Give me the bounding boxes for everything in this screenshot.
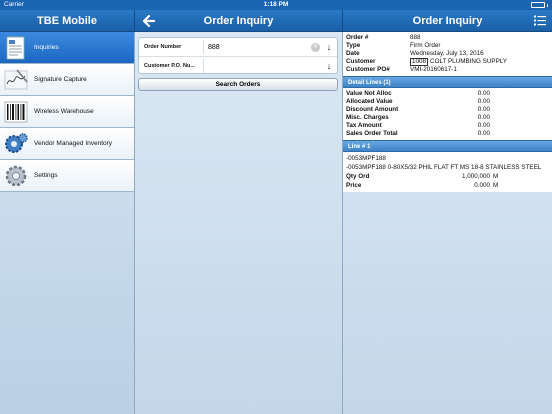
customer-name: COLT PLUMBING SUPPLY: [430, 58, 507, 65]
search-panel: Order Number ✕ ↓ Customer P.O. Nu... ↓ S…: [135, 32, 343, 414]
totals-row: Tax Amount 0.00: [346, 122, 549, 130]
totals-label: Misc. Charges: [346, 114, 389, 121]
customer-po-value: VMI-20160617-1: [410, 66, 457, 73]
totals-row: Allocated Value 0.00: [346, 98, 549, 106]
totals-value: 0.00: [477, 122, 490, 129]
totals-row: Discount Amount 0.00: [346, 106, 549, 114]
sidebar-item-label: Inquiries: [34, 44, 59, 51]
totals-label: Value Not Alloc: [346, 90, 392, 97]
totals-value: 0.00: [477, 98, 490, 105]
customer-code[interactable]: 1008: [410, 58, 429, 66]
qty-label: Qty Ord: [346, 173, 370, 180]
customer-po-input[interactable]: [203, 58, 323, 73]
battery-icon: [531, 2, 548, 8]
customer-po-label: Customer P.O. Nu...: [144, 62, 195, 69]
customer-row: Customer 1008 COLT PLUMBING SUPPLY: [346, 58, 549, 66]
signature-icon: [4, 69, 28, 89]
price-row: Price 0.000 M: [346, 181, 549, 190]
detail-page-title: Order Inquiry: [412, 15, 483, 27]
price-value: 0.000: [474, 182, 490, 189]
sidebar-item-label: Signature Capture: [34, 76, 87, 83]
detail-lines-header[interactable]: Detail Lines (1): [343, 76, 552, 88]
search-form: Order Number ✕ ↓ Customer P.O. Nu... ↓: [138, 37, 338, 74]
sidebar-item-inquiries[interactable]: Inquiries: [0, 32, 134, 64]
customer-po-row: Customer PO# VMI-20160617-1: [346, 66, 549, 74]
qty-value: 1,000,000: [461, 173, 490, 180]
down-arrow-icon[interactable]: ↓: [323, 61, 335, 71]
sidebar-item-wireless-warehouse[interactable]: Wireless Warehouse: [0, 96, 134, 128]
price-unit: M: [493, 182, 499, 189]
line-item[interactable]: -0053MPF188 -0053MPF188 0-80X5/32 PHIL F…: [343, 152, 552, 192]
totals-label: Tax Amount: [346, 122, 382, 129]
order-type-label: Type: [346, 42, 361, 49]
down-arrow-icon[interactable]: ↓: [323, 42, 335, 52]
gears-icon: [5, 132, 28, 153]
line-header[interactable]: Line # 1: [343, 140, 552, 152]
search-nav-bar: Order Inquiry: [135, 10, 343, 32]
order-date-label: Date: [346, 50, 360, 57]
customer-po-label: Customer PO#: [346, 66, 390, 73]
order-number-value: 888: [410, 34, 421, 41]
customer-label: Customer: [346, 58, 376, 65]
order-number-row: Order # 888: [346, 34, 549, 42]
order-number-label: Order Number: [144, 44, 182, 50]
sidebar-item-settings[interactable]: Settings: [0, 160, 134, 192]
qty-row: Qty Ord 1,000,000 M: [346, 172, 549, 181]
price-label: Price: [346, 182, 362, 189]
sidebar-item-label: Wireless Warehouse: [34, 108, 94, 115]
customer-po-row: Customer P.O. Nu... ↓: [139, 56, 337, 74]
document-icon: [6, 36, 25, 59]
search-orders-button[interactable]: Search Orders: [138, 78, 338, 91]
clock: 1:18 PM: [263, 1, 289, 8]
order-date-row: Date Wednesday, July 13, 2016: [346, 50, 549, 58]
detail-nav-bar: Order Inquiry: [343, 10, 552, 32]
totals-block: Value Not Alloc 0.00 Allocated Value 0.0…: [343, 88, 552, 140]
order-type-row: Type Firm Order: [346, 42, 549, 50]
search-page-title: Order Inquiry: [203, 15, 274, 27]
totals-value: 0.00: [477, 106, 490, 113]
order-type-value: Firm Order: [410, 42, 441, 49]
qty-unit: M: [493, 173, 499, 180]
clear-icon[interactable]: ✕: [311, 42, 320, 52]
order-header: Order # 888 Type Firm Order Date Wednesd…: [343, 32, 552, 76]
totals-value: 0.00: [477, 90, 490, 97]
order-number-input[interactable]: [203, 40, 308, 54]
totals-label: Sales Order Total: [346, 130, 398, 137]
order-number-row: Order Number ✕ ↓: [139, 38, 337, 56]
sidebar-nav-bar: TBE Mobile: [0, 10, 135, 32]
sidebar-item-signature-capture[interactable]: Signature Capture: [0, 64, 134, 96]
list-menu-icon[interactable]: [534, 15, 546, 26]
sidebar-item-label: Vendor Managed Inventory: [34, 140, 113, 147]
order-number-label: Order #: [346, 34, 369, 41]
sidebar-item-vendor-managed-inventory[interactable]: Vendor Managed Inventory: [0, 128, 134, 160]
gear-icon: [5, 165, 27, 186]
sidebar: Inquiries Signature Capture Wireless War…: [0, 32, 135, 414]
totals-label: Allocated Value: [346, 98, 393, 105]
totals-row: Sales Order Total 0.00: [346, 130, 549, 138]
totals-value: 0.00: [477, 130, 490, 137]
totals-value: 0.00: [477, 114, 490, 121]
totals-row: Misc. Charges 0.00: [346, 114, 549, 122]
app-title: TBE Mobile: [37, 15, 97, 27]
status-bar: Carrier 1:18 PM: [0, 0, 552, 10]
totals-row: Value Not Alloc 0.00: [346, 90, 549, 98]
order-date-value: Wednesday, July 13, 2016: [410, 50, 484, 57]
order-detail-panel: Order # 888 Type Firm Order Date Wednesd…: [343, 32, 552, 414]
line-item-description: -0053MPF188 0-80X5/32 PHIL FLAT FT MS 18…: [346, 164, 542, 171]
line-item-code: -0053MPF188: [346, 155, 386, 162]
totals-label: Discount Amount: [346, 106, 399, 113]
barcode-icon: [4, 101, 28, 122]
sidebar-item-label: Settings: [34, 172, 58, 179]
